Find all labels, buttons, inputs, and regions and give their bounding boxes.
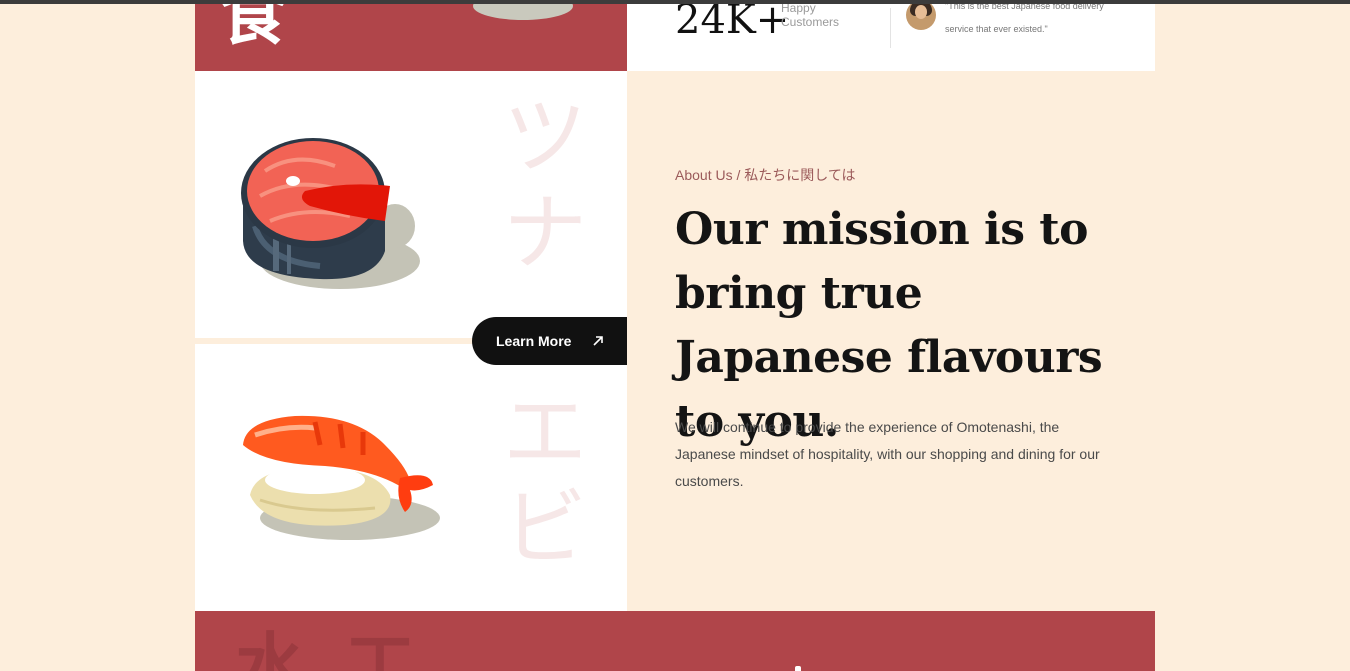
card-kana-shrimp: エビ <box>495 384 595 576</box>
hero-kanji: 食 <box>219 4 288 55</box>
menu-card-tuna: ツナ <box>195 71 627 338</box>
customers-label: Happy Customers <box>781 4 840 29</box>
heading-glyph-tops <box>795 663 825 671</box>
card-kana-tuna: ツナ <box>495 89 595 281</box>
kana-glyph: ビ <box>502 479 587 577</box>
kana-glyph: ツ <box>502 88 587 186</box>
salmon-steak-icon <box>241 138 420 289</box>
shrimp-nigiri-icon <box>243 415 440 540</box>
hero-banner: 食 <box>195 4 627 71</box>
sushi-plate-image <box>473 4 573 20</box>
kana-glyph: ナ <box>502 184 587 282</box>
testimonial-quote: "This is the best Japanese food delivery… <box>945 4 1104 34</box>
menu-card-shrimp: エビ <box>195 344 627 611</box>
customers-count: 24K+ <box>675 4 790 43</box>
arrow-up-right-icon <box>593 336 603 346</box>
stats-divider <box>890 8 891 48</box>
learn-more-button[interactable]: Learn More <box>472 317 627 365</box>
mission-description: We will continue to provide the experien… <box>675 419 1100 489</box>
stats-bar: 24K+ Happy Customers "This is the best J… <box>627 4 1155 71</box>
next-section-kanji: 水工 <box>235 625 455 671</box>
next-section-banner: 水工 <box>195 611 1155 671</box>
about-us-label: About Us / 私たちに関しては <box>675 167 856 183</box>
kana-glyph: エ <box>502 383 587 481</box>
reviewer-avatar <box>906 4 936 30</box>
learn-more-label: Learn More <box>496 333 572 349</box>
